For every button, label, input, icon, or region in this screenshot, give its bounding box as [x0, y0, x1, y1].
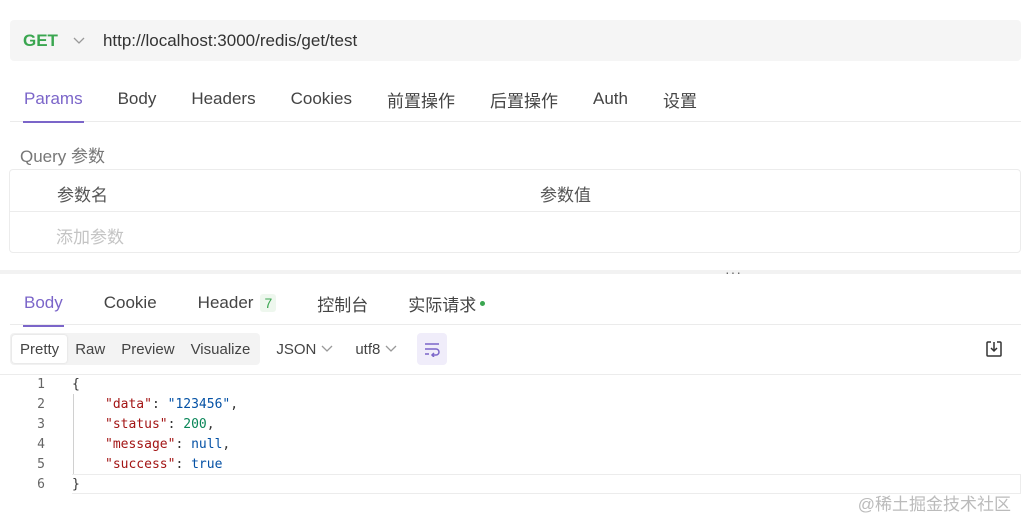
- encoding-select[interactable]: utf8: [355, 333, 397, 365]
- word-wrap-button[interactable]: [417, 333, 448, 365]
- view-mode-pretty[interactable]: Pretty: [12, 335, 68, 363]
- line-number: 1: [37, 376, 45, 392]
- code-text: }: [72, 476, 80, 492]
- watermark: @稀土掘金技术社区: [857, 495, 1011, 514]
- code-text: "success": true: [105, 456, 223, 472]
- wrap-lines-icon: [425, 343, 441, 357]
- method-select[interactable]: GET: [23, 31, 58, 51]
- tab-body[interactable]: Body: [118, 76, 157, 122]
- json-value: null: [191, 436, 223, 452]
- tab-pre-request[interactable]: 前置操作: [387, 76, 455, 122]
- view-mode-raw[interactable]: Raw: [67, 335, 113, 363]
- param-name-header: 参数名: [57, 186, 108, 205]
- chevron-down-icon[interactable]: [72, 34, 86, 48]
- encoding-value: utf8: [355, 340, 381, 358]
- tab-params[interactable]: Params: [23, 76, 84, 123]
- response-tab-actual-request[interactable]: 实际请求: [408, 280, 486, 326]
- response-tabs: Body Cookie Header 7 控制台 实际请求: [10, 280, 1021, 327]
- json-key: "status": [105, 416, 168, 432]
- code-line: 1 {: [0, 374, 1021, 394]
- response-body-editor[interactable]: 1 { 2 "data": "123456", 3 "status": 200,…: [0, 374, 1021, 494]
- code-text: {: [72, 376, 80, 392]
- format-select[interactable]: JSON: [276, 333, 333, 365]
- params-table: 参数名 参数值 添加参数: [9, 169, 1021, 253]
- line-number: 2: [37, 396, 45, 412]
- url-bar: GET: [10, 20, 1021, 61]
- status-dot-icon: [480, 300, 486, 306]
- json-key: "message": [105, 436, 176, 452]
- response-tab-actual-request-label: 实际请求: [408, 295, 477, 315]
- query-params-label: Query 参数: [20, 147, 106, 166]
- json-value: "123456": [167, 396, 231, 412]
- line-number: 4: [37, 436, 45, 452]
- url-input[interactable]: [102, 30, 903, 51]
- code-line: 3 "status": 200,: [0, 414, 1021, 434]
- code-line: 5 "success": true: [0, 454, 1021, 474]
- format-value: JSON: [276, 340, 317, 358]
- line-number: 3: [37, 416, 45, 432]
- param-value-header: 参数值: [540, 186, 591, 205]
- response-tab-console[interactable]: 控制台: [317, 280, 368, 326]
- drag-handle-icon[interactable]: ···: [725, 264, 742, 280]
- line-number: 6: [37, 476, 45, 492]
- response-toolbar: Pretty Raw Preview Visualize JSON utf8: [10, 333, 448, 365]
- code-text: "data": "123456",: [105, 396, 239, 412]
- line-number: 5: [37, 456, 45, 472]
- request-tabs: Params Body Headers Cookies 前置操作 后置操作 Au…: [10, 76, 1021, 123]
- download-icon[interactable]: [985, 340, 1003, 358]
- view-mode-visualize[interactable]: Visualize: [183, 335, 259, 363]
- pane-splitter[interactable]: [0, 270, 1021, 274]
- tab-headers[interactable]: Headers: [191, 76, 255, 122]
- code-line: 4 "message": null,: [0, 434, 1021, 454]
- add-param-input[interactable]: 添加参数: [56, 223, 124, 248]
- view-mode-switch: Pretty Raw Preview Visualize: [10, 333, 261, 365]
- chevron-down-icon: [385, 345, 397, 352]
- json-key: "success": [105, 456, 176, 472]
- code-text: "message": null,: [105, 436, 231, 452]
- tab-auth[interactable]: Auth: [593, 76, 628, 122]
- view-mode-preview[interactable]: Preview: [113, 335, 182, 363]
- params-table-header: 参数名 参数值: [10, 170, 1020, 212]
- tab-settings[interactable]: 设置: [663, 76, 697, 122]
- response-tab-header[interactable]: Header 7: [198, 280, 277, 326]
- add-param-row[interactable]: 添加参数: [10, 212, 1020, 253]
- tab-cookies[interactable]: Cookies: [291, 76, 352, 122]
- code-line: 2 "data": "123456",: [0, 394, 1021, 414]
- response-tab-header-label: Header: [197, 293, 254, 312]
- chevron-down-icon: [321, 345, 333, 352]
- tab-post-request[interactable]: 后置操作: [490, 76, 558, 122]
- json-value: true: [191, 456, 223, 472]
- response-tab-cookie[interactable]: Cookie: [104, 280, 157, 326]
- json-value: 200: [183, 416, 207, 432]
- header-count-badge: 7: [260, 294, 277, 312]
- response-tab-body[interactable]: Body: [23, 280, 64, 327]
- code-text: "status": 200,: [105, 416, 215, 432]
- json-key: "data": [105, 396, 152, 412]
